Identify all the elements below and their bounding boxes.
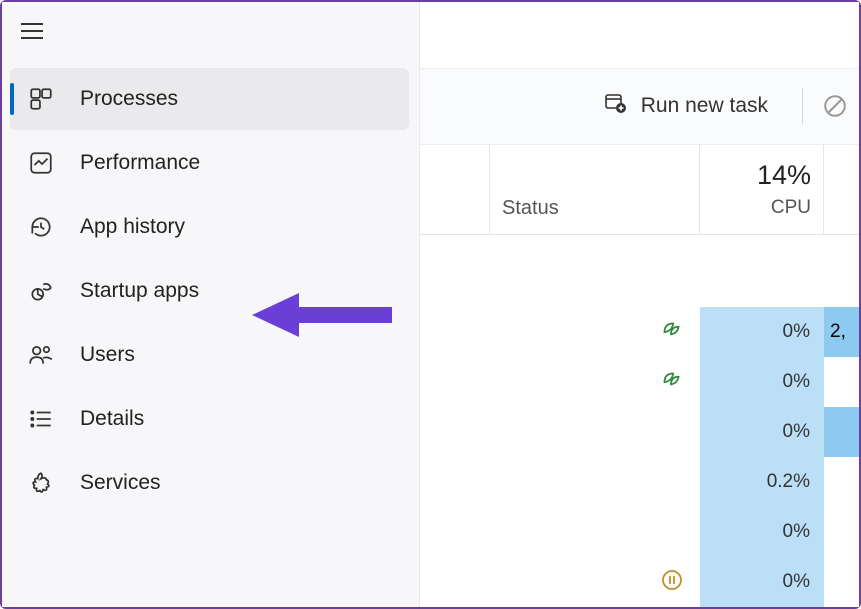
- run-new-task-label: Run new task: [641, 94, 768, 118]
- nav-label: Details: [80, 407, 144, 431]
- cpu-cell: 0%: [700, 307, 824, 357]
- sidebar-item-users[interactable]: Users: [10, 324, 409, 386]
- status-header-label: Status: [502, 197, 559, 220]
- toolbar-divider: [802, 88, 803, 124]
- cpu-cell: 0%: [700, 407, 824, 457]
- cpu-cell: 0%: [700, 507, 824, 557]
- history-icon: [28, 214, 54, 240]
- table-row[interactable]: 0%: [420, 507, 859, 557]
- table-row[interactable]: 0%: [420, 357, 859, 407]
- mem-cell: [824, 407, 859, 457]
- column-name[interactable]: [420, 145, 490, 234]
- run-new-task-icon: [603, 91, 627, 121]
- table-row[interactable]: 0%: [420, 557, 859, 607]
- hamburger-icon: [21, 23, 43, 39]
- nav-label: App history: [80, 215, 185, 239]
- run-new-task-button[interactable]: Run new task: [587, 83, 784, 129]
- mem-cell: [824, 507, 859, 557]
- startup-apps-icon: [28, 278, 54, 304]
- details-icon: [28, 406, 54, 432]
- table-row[interactable]: 0%: [420, 407, 859, 457]
- table-row[interactable]: 0.2%: [420, 457, 859, 507]
- users-icon: [28, 342, 54, 368]
- efficiency-mode-icon: [658, 367, 684, 398]
- nav-label: Startup apps: [80, 279, 199, 303]
- services-icon: [28, 470, 54, 496]
- cpu-header-label: CPU: [771, 197, 811, 219]
- performance-icon: [28, 150, 54, 176]
- column-status[interactable]: Status: [490, 145, 700, 234]
- mem-cell: [824, 557, 859, 607]
- mem-cell: [824, 457, 859, 507]
- nav-label: Performance: [80, 151, 200, 175]
- suspended-icon: [660, 568, 684, 597]
- efficiency-mode-icon: [658, 317, 684, 348]
- nav-label: Services: [80, 471, 161, 495]
- mem-cell: 2,: [824, 307, 859, 357]
- nav-label: Processes: [80, 87, 178, 111]
- cpu-cell: 0%: [700, 357, 824, 407]
- processes-icon: [28, 86, 54, 112]
- mem-cell: [824, 357, 859, 407]
- table-row[interactable]: 0% 2,: [420, 307, 859, 357]
- sidebar: Processes Performance App history Startu…: [2, 2, 420, 607]
- sidebar-item-details[interactable]: Details: [10, 388, 409, 450]
- sidebar-item-startup-apps[interactable]: Startup apps: [10, 260, 409, 322]
- toolbar: Run new task: [420, 69, 859, 145]
- nav-label: Users: [80, 343, 135, 367]
- table-row[interactable]: [420, 235, 859, 307]
- sidebar-item-performance[interactable]: Performance: [10, 132, 409, 194]
- hamburger-menu-button[interactable]: [2, 2, 62, 60]
- column-cpu[interactable]: 14% CPU: [700, 145, 824, 234]
- end-task-button[interactable]: [821, 92, 849, 120]
- table-header: Status 14% CPU: [420, 145, 859, 235]
- sidebar-item-processes[interactable]: Processes: [10, 68, 409, 130]
- cpu-cell: 0%: [700, 557, 824, 607]
- sidebar-item-app-history[interactable]: App history: [10, 196, 409, 258]
- sidebar-item-services[interactable]: Services: [10, 452, 409, 514]
- main-content: Run new task Status 14% CPU: [420, 2, 859, 607]
- title-bar-area: [420, 2, 859, 69]
- column-memory[interactable]: [824, 145, 859, 234]
- cpu-percentage: 14%: [757, 160, 811, 191]
- cpu-cell: 0.2%: [700, 457, 824, 507]
- process-table: Status 14% CPU: [420, 145, 859, 607]
